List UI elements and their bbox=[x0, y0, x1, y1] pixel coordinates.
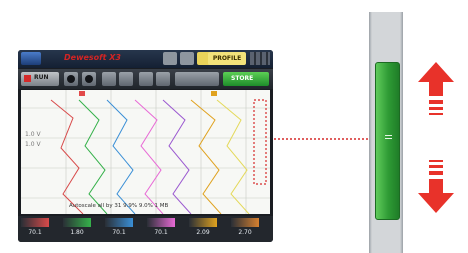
scroll-down-arrow-icon bbox=[418, 160, 454, 213]
grip-lines-icon bbox=[376, 135, 401, 141]
scrollbar-thumb[interactable] bbox=[375, 62, 400, 220]
scroll-up-arrow-icon bbox=[418, 62, 454, 115]
